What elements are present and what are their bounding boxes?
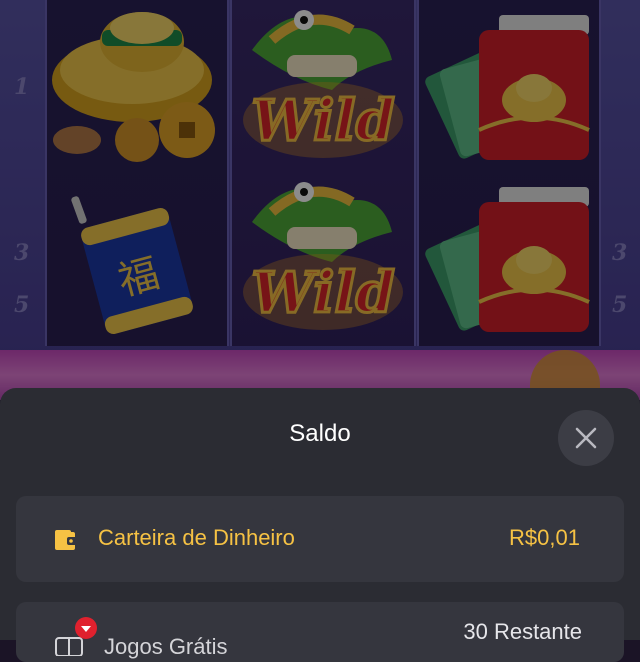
wallet-balance: R$0,01 (509, 525, 580, 550)
free-games-row[interactable]: Jogos Grátis 30 Restante (16, 602, 624, 662)
balance-sheet: Saldo Carteira de Dinheiro R$0,01 Jogos … (0, 388, 640, 662)
close-button[interactable] (558, 410, 614, 466)
free-games-label: Jogos Grátis (104, 634, 228, 659)
wallet-icon (55, 530, 77, 550)
sheet-title: Saldo (289, 420, 351, 447)
gift-icon (55, 617, 97, 656)
dim-overlay[interactable] (0, 0, 640, 400)
wallet-label: Carteira de Dinheiro (98, 525, 295, 550)
close-icon (575, 427, 597, 449)
cash-wallet-row[interactable]: Carteira de Dinheiro R$0,01 (16, 496, 624, 582)
slot-game-background: 1 3 5 3 5 福 Wild Wild (0, 0, 640, 400)
free-games-remaining: 30 Restante (463, 619, 582, 644)
